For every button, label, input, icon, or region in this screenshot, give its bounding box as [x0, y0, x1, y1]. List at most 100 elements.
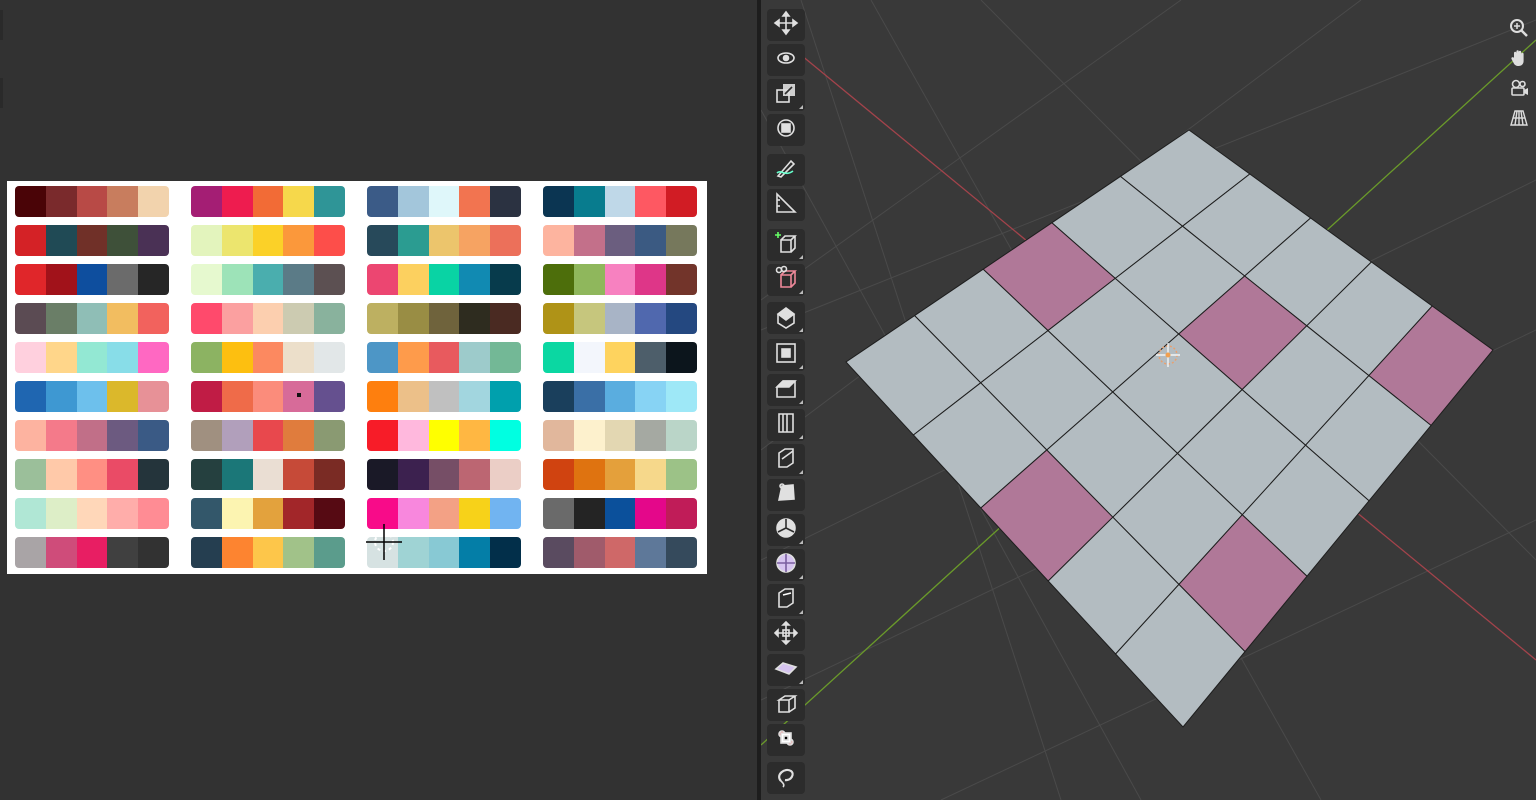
- color-swatch: [107, 303, 139, 334]
- knife-cut-tool[interactable]: [767, 444, 805, 476]
- color-swatch: [15, 537, 46, 568]
- tool-variants-indicator: [799, 400, 803, 404]
- color-swatch: [397, 303, 429, 334]
- poly-build-tool[interactable]: [767, 479, 805, 511]
- color-swatch: [428, 459, 460, 490]
- color-swatch: [221, 537, 253, 568]
- color-swatch: [397, 225, 429, 256]
- color-swatch: [191, 459, 222, 490]
- image-editor-area[interactable]: [0, 0, 758, 800]
- color-swatch: [604, 381, 636, 412]
- 2d-cursor-icon[interactable]: [366, 524, 402, 560]
- color-swatch: [314, 303, 345, 334]
- color-swatch: [635, 420, 667, 451]
- perspective-grid-icon[interactable]: [1506, 105, 1532, 131]
- camera-icon[interactable]: [1506, 75, 1532, 101]
- color-swatch: [635, 342, 667, 373]
- color-swatch: [252, 498, 284, 529]
- measure-tool[interactable]: [767, 189, 805, 221]
- color-swatch: [666, 186, 697, 217]
- color-swatch: [367, 459, 398, 490]
- color-swatch: [107, 459, 139, 490]
- add-cube-tool[interactable]: [767, 229, 805, 261]
- spin-tool[interactable]: [767, 514, 805, 546]
- zoom-icon[interactable]: [1506, 15, 1532, 41]
- color-swatch: [138, 264, 169, 295]
- color-swatch: [221, 342, 253, 373]
- add-cube-icon: [773, 230, 799, 260]
- loop-cut-icon: [773, 410, 799, 440]
- rotate-icon: [773, 45, 799, 75]
- color-swatch: [573, 537, 605, 568]
- rotate-tool[interactable]: [767, 44, 805, 76]
- color-swatch: [490, 303, 521, 334]
- inset-icon: [773, 340, 799, 370]
- viewport-scene: [761, 0, 1536, 800]
- color-swatch: [573, 225, 605, 256]
- color-swatch: [138, 303, 169, 334]
- select-circle-tool[interactable]: [767, 762, 805, 794]
- inset-faces-tool[interactable]: [767, 339, 805, 371]
- color-swatch: [221, 264, 253, 295]
- palette-row: [15, 420, 169, 451]
- color-swatch: [635, 264, 667, 295]
- color-swatch: [459, 498, 491, 529]
- shear-tool[interactable]: [767, 654, 805, 686]
- tool-variants-indicator: [799, 255, 803, 259]
- color-swatch: [191, 420, 222, 451]
- color-swatch: [490, 264, 521, 295]
- color-swatch: [314, 537, 345, 568]
- color-swatch: [283, 264, 315, 295]
- transform-tool[interactable]: [767, 114, 805, 146]
- uv-sync-tool[interactable]: [767, 724, 805, 756]
- knife-tool[interactable]: [767, 264, 805, 296]
- tool-variants-indicator: [799, 105, 803, 109]
- color-palette-image[interactable]: [7, 181, 707, 574]
- color-swatch: [604, 537, 636, 568]
- loop-cut-tool[interactable]: [767, 409, 805, 441]
- palette-row: [543, 420, 697, 451]
- color-swatch: [15, 342, 46, 373]
- scale-tool[interactable]: [767, 79, 805, 111]
- color-swatch: [15, 420, 46, 451]
- color-swatch: [107, 537, 139, 568]
- bevel-tool[interactable]: [767, 374, 805, 406]
- shrink-fatten-tool[interactable]: [767, 619, 805, 651]
- color-swatch: [367, 225, 398, 256]
- move-tool[interactable]: [767, 9, 805, 41]
- color-swatch: [76, 381, 108, 412]
- color-swatch: [666, 498, 697, 529]
- extrude-region-tool[interactable]: [767, 302, 805, 334]
- palette-row: [15, 498, 169, 529]
- color-swatch: [397, 537, 429, 568]
- pan-hand-icon[interactable]: [1506, 45, 1532, 71]
- color-swatch: [191, 342, 222, 373]
- color-swatch: [428, 264, 460, 295]
- palette-row: [543, 342, 697, 373]
- palette-row: [543, 303, 697, 334]
- color-swatch: [107, 420, 139, 451]
- color-swatch: [107, 264, 139, 295]
- 3d-viewport[interactable]: [761, 0, 1536, 800]
- shear-icon: [773, 655, 799, 685]
- palette-row: [15, 381, 169, 412]
- palette-row: [367, 459, 521, 490]
- move-icon: [773, 10, 799, 40]
- color-swatch: [314, 225, 345, 256]
- measure-icon: [773, 190, 799, 220]
- color-swatch: [604, 459, 636, 490]
- rip-icon: [773, 690, 799, 720]
- editor-edge-marker: [0, 10, 3, 40]
- palette-row: [15, 303, 169, 334]
- annotate-tool[interactable]: [767, 154, 805, 186]
- edge-slide-tool[interactable]: [767, 584, 805, 616]
- annotate-icon: [773, 155, 799, 185]
- color-swatch: [543, 342, 574, 373]
- rip-region-tool[interactable]: [767, 689, 805, 721]
- color-swatch: [107, 498, 139, 529]
- smooth-tool[interactable]: [767, 549, 805, 581]
- color-swatch: [490, 420, 521, 451]
- color-swatch: [604, 225, 636, 256]
- color-swatch: [191, 186, 222, 217]
- palette-row: [15, 225, 169, 256]
